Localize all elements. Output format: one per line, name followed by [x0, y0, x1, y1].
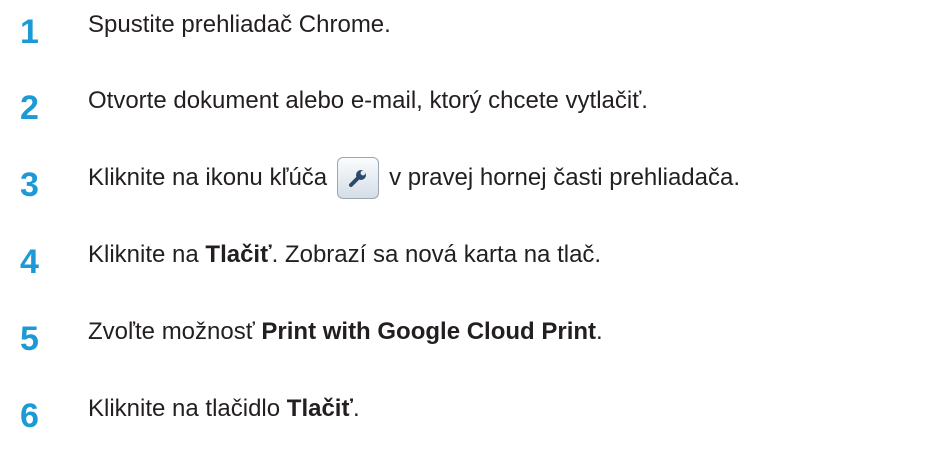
step-text-after: .	[596, 318, 603, 345]
step-text-bold: Tlačiť	[286, 395, 353, 422]
step-text-before: Kliknite na	[88, 241, 206, 268]
step-number: 4	[20, 243, 39, 281]
step-text-content: Spustite prehliadač Chrome.	[88, 11, 391, 38]
step-3: 3 Kliknite na ikonu kľúča v pravej hornej…	[0, 156, 951, 217]
step-text-before: Zvoľte možnosť	[88, 318, 262, 345]
step-4: 4 Kliknite na Tlačiť. Zobrazí sa nová ka…	[0, 234, 951, 294]
step-text-after: .	[352, 395, 360, 422]
step-text-content: Otvorte dokument alebo e-mail, ktorý chc…	[88, 87, 648, 114]
step-text-before: Kliknite na tlačidlo	[88, 395, 287, 422]
step-text: Spustite prehliadač Chrome.	[88, 10, 391, 40]
step-text: Zvoľte možnosť Print with Google Cloud P…	[88, 317, 603, 347]
step-text: Kliknite na tlačidlo Tlačiť.	[88, 394, 360, 424]
wrench-icon	[337, 156, 380, 199]
step-text: Otvorte dokument alebo e-mail, ktorý chc…	[88, 86, 648, 116]
step-number: 3	[20, 166, 39, 204]
step-1: 1 Spustite prehliadač Chrome.	[0, 4, 951, 64]
step-number: 1	[20, 13, 39, 51]
step-5: 5 Zvoľte možnosť Print with Google Cloud…	[0, 311, 951, 371]
step-text: Kliknite na Tlačiť. Zobrazí sa nová kart…	[88, 240, 601, 270]
step-text-bold: Tlačiť	[205, 241, 272, 268]
step-number: 2	[20, 89, 39, 127]
step-text-before: Kliknite na ikonu kľúča	[88, 164, 328, 191]
step-number: 6	[20, 397, 39, 435]
step-number: 5	[20, 320, 39, 358]
step-text: Kliknite na ikonu kľúča v pravej hornej č…	[88, 156, 740, 199]
step-text-after: v pravej hornej časti prehliadača.	[389, 164, 740, 191]
step-2: 2 Otvorte dokument alebo e-mail, ktorý c…	[0, 80, 951, 140]
step-6: 6 Kliknite na tlačidlo Tlačiť.	[0, 388, 951, 448]
step-text-bold: Print with Google Cloud Print	[261, 318, 597, 345]
instruction-steps: 1 Spustite prehliadač Chrome. 2 Otvorte …	[0, 0, 951, 464]
step-text-after: . Zobrazí sa nová karta na tlač.	[271, 241, 602, 268]
